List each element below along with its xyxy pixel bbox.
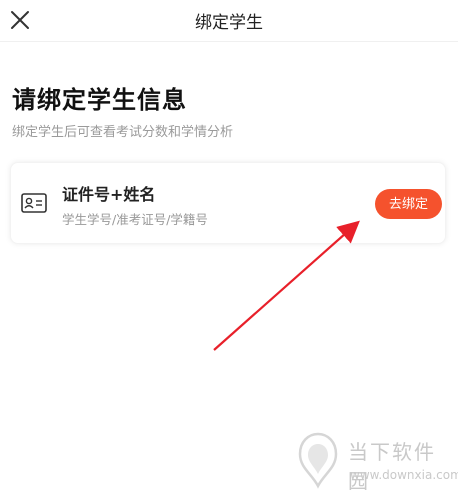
sub-heading: 绑定学生后可查看考试分数和学情分析 bbox=[12, 125, 234, 140]
watermark: 当下软件园 www.downxia.com bbox=[296, 430, 458, 496]
watermark-url: www.downxia.com bbox=[350, 468, 458, 482]
top-bar: 绑定学生 bbox=[0, 0, 458, 42]
annotation-arrow bbox=[213, 220, 360, 351]
id-card-icon bbox=[21, 193, 47, 213]
watermark-logo-icon bbox=[298, 432, 338, 489]
bind-option-card[interactable]: 证件号+姓名 学生学号/准考证号/学籍号 去绑定 bbox=[10, 162, 446, 244]
watermark-name: 当下软件园 bbox=[348, 440, 436, 493]
main-heading: 请绑定学生信息 bbox=[12, 86, 187, 114]
page-title: 绑定学生 bbox=[195, 13, 263, 33]
card-title: 证件号+姓名 bbox=[62, 185, 156, 204]
bind-button[interactable]: 去绑定 bbox=[375, 189, 442, 219]
card-description: 学生学号/准考证号/学籍号 bbox=[62, 212, 208, 227]
